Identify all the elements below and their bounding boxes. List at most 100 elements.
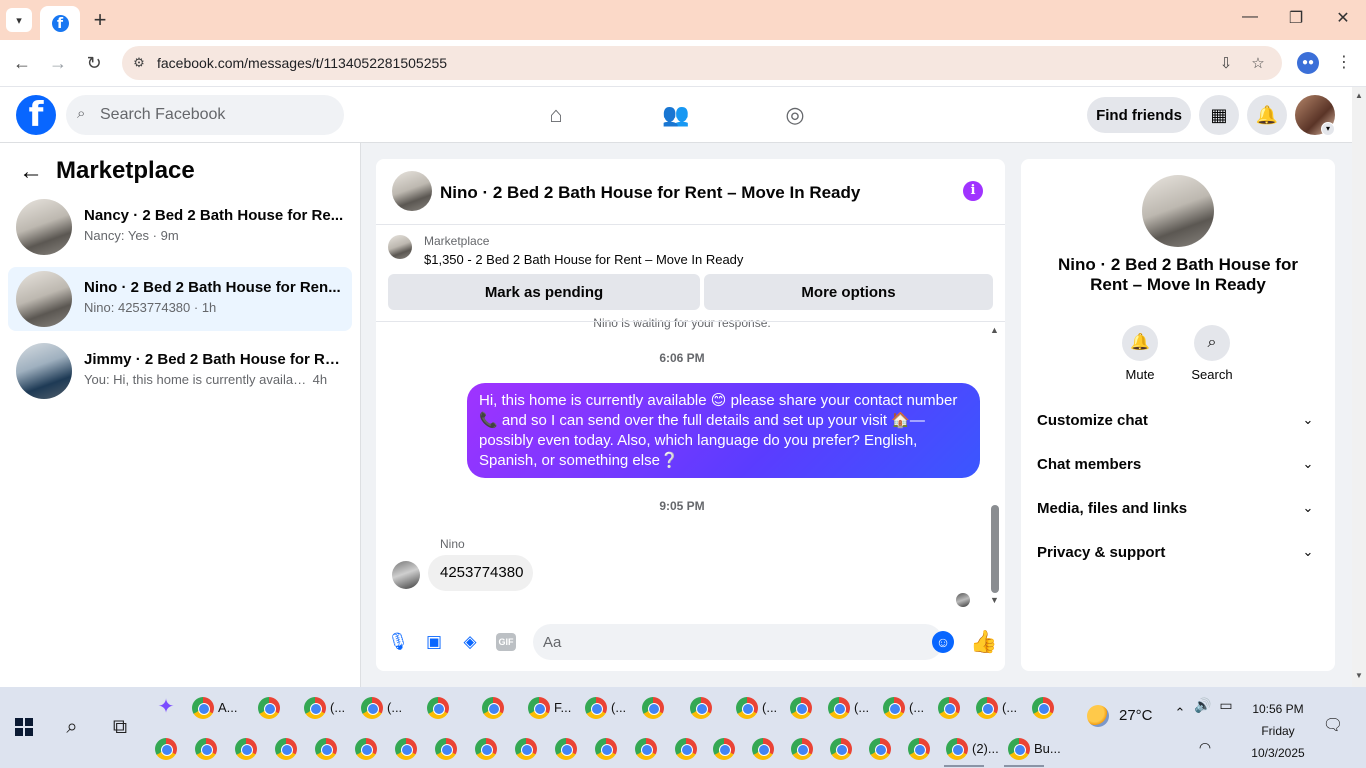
reload-button[interactable]: ↻ [82, 51, 106, 75]
chrome-taskbar-icon[interactable] [585, 697, 607, 719]
chrome-taskbar-icon[interactable] [1032, 697, 1054, 719]
chrome-taskbar-icon[interactable] [315, 738, 337, 760]
back-button[interactable]: ← [10, 51, 34, 75]
chrome-taskbar-icon[interactable] [736, 697, 758, 719]
taskbar-app-label[interactable]: (... [909, 700, 924, 715]
chrome-taskbar-icon[interactable] [528, 697, 550, 719]
clock[interactable]: 10:56 PM Friday 10/3/2025 [1240, 698, 1316, 764]
home-icon[interactable]: ⌂ [542, 101, 570, 129]
listing-thumbnail[interactable] [388, 235, 412, 259]
more-options-button[interactable]: More options [704, 274, 993, 310]
chrome-taskbar-icon[interactable] [355, 738, 377, 760]
chrome-taskbar-icon[interactable] [482, 697, 504, 719]
scroll-up-icon[interactable]: ▲ [1355, 91, 1363, 100]
chrome-taskbar-icon[interactable] [938, 697, 960, 719]
mute-button[interactable]: 🔔 Mute [1110, 325, 1170, 382]
chrome-taskbar-icon[interactable] [790, 697, 812, 719]
chevron-up-icon[interactable]: ⌃ [1172, 705, 1188, 721]
chat-avatar[interactable] [392, 171, 432, 211]
chrome-taskbar-icon[interactable] [555, 738, 577, 760]
chrome-taskbar-icon[interactable] [595, 738, 617, 760]
address-bar[interactable]: ⚙ facebook.com/messages/t/11340522815052… [122, 46, 1282, 80]
profile-icon[interactable]: ●● [1297, 52, 1319, 74]
like-icon[interactable]: 👍 [970, 629, 997, 655]
close-window-button[interactable]: ✕ [1331, 8, 1355, 28]
chrome-taskbar-icon[interactable] [361, 697, 383, 719]
chrome-taskbar-icon[interactable] [752, 738, 774, 760]
chrome-taskbar-icon[interactable] [195, 738, 217, 760]
emoji-icon[interactable]: ☺ [932, 631, 954, 653]
url-text[interactable]: facebook.com/messages/t/1134052281505255 [157, 55, 447, 71]
gif-icon[interactable]: GIF [496, 633, 516, 651]
temperature[interactable]: 27°C [1119, 707, 1153, 724]
profile-avatar[interactable] [1142, 175, 1214, 247]
media-files-links-row[interactable]: Media, files and links ⌄ [1037, 493, 1319, 525]
chrome-taskbar-icon[interactable] [235, 738, 257, 760]
menu-button[interactable]: ▦ [1199, 95, 1239, 135]
chrome-taskbar-icon[interactable] [258, 697, 280, 719]
mic-icon[interactable]: 🎙 [387, 631, 409, 653]
facebook-icon[interactable]: f [16, 95, 56, 135]
search-icon[interactable]: ⌕ [58, 713, 86, 741]
taskbar-app-label[interactable]: (... [1002, 700, 1017, 715]
install-icon[interactable]: ⇩ [1216, 54, 1236, 74]
restore-button[interactable]: ❐ [1284, 8, 1308, 28]
minimize-button[interactable]: — [1238, 8, 1262, 26]
wifi-icon[interactable]: ◠ [1195, 739, 1215, 756]
chrome-taskbar-icon[interactable] [690, 697, 712, 719]
photo-icon[interactable]: ▣ [423, 631, 445, 653]
star-icon[interactable]: ☆ [1248, 54, 1268, 74]
forward-button[interactable]: → [46, 51, 70, 75]
taskbar-app-label[interactable]: (... [611, 700, 626, 715]
more-vert-icon[interactable]: ⋮ [1336, 52, 1352, 74]
battery-icon[interactable]: ▭ [1216, 697, 1236, 714]
start-button[interactable] [15, 718, 33, 736]
chrome-taskbar-icon[interactable] [791, 738, 813, 760]
taskbar-app-label[interactable]: Bu... [1034, 741, 1061, 756]
chrome-taskbar-icon[interactable] [828, 697, 850, 719]
mark-pending-button[interactable]: Mark as pending [388, 274, 700, 310]
conversation-item[interactable]: Jimmy · 2 Bed 2 Bath House for Re... You… [8, 339, 352, 403]
chrome-taskbar-icon[interactable] [642, 697, 664, 719]
scroll-down-icon[interactable]: ▼ [1355, 671, 1363, 680]
incoming-message[interactable]: 4253774380 [428, 555, 533, 591]
weather-icon[interactable] [1087, 705, 1109, 727]
page-scrollbar[interactable]: ▲ ▼ [1352, 87, 1366, 687]
taskbar-app-label[interactable]: (... [387, 700, 402, 715]
chrome-taskbar-icon[interactable] [946, 738, 968, 760]
listing-title[interactable]: $1,350 - 2 Bed 2 Bath House for Rent – M… [424, 252, 743, 267]
copilot-icon[interactable]: ✦ [152, 693, 180, 721]
chrome-taskbar-icon[interactable] [304, 697, 326, 719]
scrollbar-thumb[interactable] [991, 505, 999, 593]
chat-title[interactable]: Nino · 2 Bed 2 Bath House for Rent – Mov… [440, 183, 860, 203]
chrome-taskbar-icon[interactable] [976, 697, 998, 719]
chrome-taskbar-icon[interactable] [635, 738, 657, 760]
info-icon[interactable]: i [963, 181, 983, 201]
chrome-taskbar-icon[interactable] [675, 738, 697, 760]
taskbar-app-label[interactable]: A... [218, 700, 238, 715]
chrome-taskbar-icon[interactable] [713, 738, 735, 760]
notification-icon[interactable]: 🗨 [1322, 715, 1344, 735]
search-input[interactable] [100, 95, 330, 135]
friends-icon[interactable]: 👥 [662, 101, 690, 129]
groups-icon[interactable]: ◎ [781, 101, 809, 129]
taskbar-app-label[interactable]: (... [854, 700, 869, 715]
chrome-taskbar-icon[interactable] [155, 738, 177, 760]
chrome-taskbar-icon[interactable] [395, 738, 417, 760]
privacy-support-row[interactable]: Privacy & support ⌄ [1037, 537, 1319, 569]
taskbar-app-label[interactable]: (... [330, 700, 345, 715]
chat-scrollbar[interactable]: ▲ ▼ [989, 325, 1001, 607]
tab-search-menu[interactable]: ▾ [6, 8, 32, 32]
chrome-taskbar-icon[interactable] [427, 697, 449, 719]
arrow-left-icon[interactable]: ← [18, 159, 44, 185]
chrome-taskbar-icon[interactable] [908, 738, 930, 760]
search-box[interactable]: ⌕ [66, 95, 344, 135]
chevron-down-icon[interactable]: ▾ [1321, 122, 1335, 136]
chrome-taskbar-icon[interactable] [883, 697, 905, 719]
message-input[interactable] [543, 624, 913, 660]
conversation-item[interactable]: Nino · 2 Bed 2 Bath House for Ren... Nin… [8, 267, 352, 331]
notifications-button[interactable]: 🔔 [1247, 95, 1287, 135]
chrome-taskbar-icon[interactable] [192, 697, 214, 719]
chat-members-row[interactable]: Chat members ⌄ [1037, 449, 1319, 481]
taskbar-app-label[interactable]: (2)... [972, 741, 999, 756]
